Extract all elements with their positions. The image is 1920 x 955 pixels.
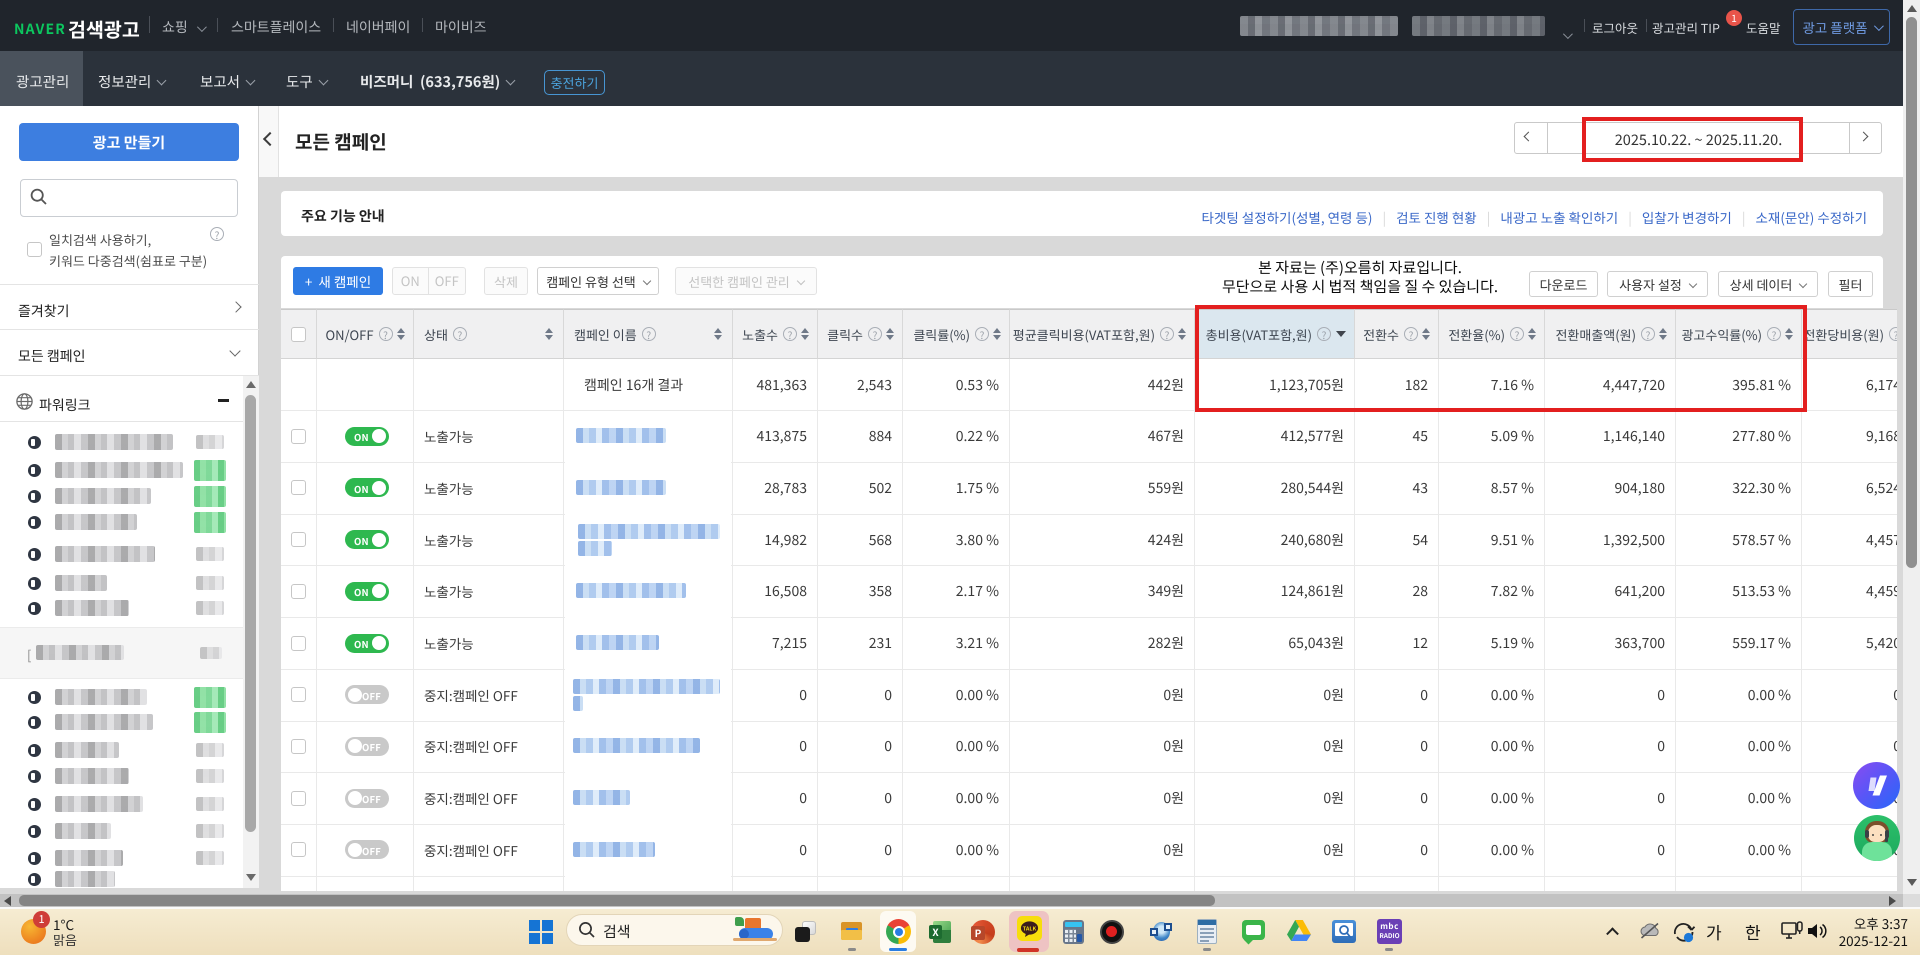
svg-text:TALK: TALK (1023, 925, 1037, 933)
